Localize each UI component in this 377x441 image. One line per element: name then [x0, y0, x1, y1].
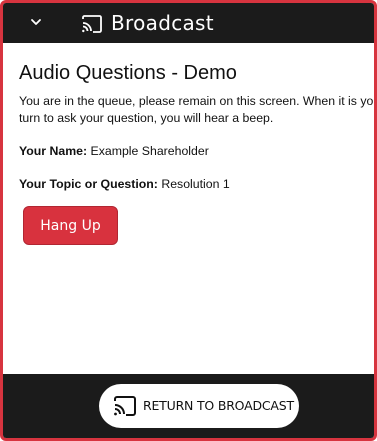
- main-content: Audio Questions - Demo You are in the qu…: [19, 61, 374, 193]
- topic-field: Your Topic or Question: Resolution 1: [19, 176, 374, 193]
- queue-notice-line-1: You are in the queue, please remain on t…: [19, 94, 377, 108]
- topic-label: Your Topic or Question:: [19, 177, 158, 191]
- name-value: Example Shareholder: [90, 144, 209, 158]
- top-bar: Broadcast: [3, 3, 374, 43]
- bottom-bar: RETURN TO BROADCAST: [3, 374, 374, 438]
- cast-icon: [114, 396, 136, 416]
- app-frame: Broadcast Audio Questions - Demo You are…: [0, 0, 377, 441]
- queue-notice-line-2: turn to ask your question, you will hear…: [19, 111, 274, 125]
- cast-icon: [82, 15, 102, 33]
- name-label: Your Name:: [19, 144, 88, 158]
- return-to-broadcast-label: RETURN TO BROADCAST: [143, 398, 294, 413]
- broadcast-title: Broadcast: [111, 11, 214, 35]
- chevron-down-icon[interactable]: [30, 16, 42, 28]
- return-to-broadcast-button[interactable]: RETURN TO BROADCAST: [99, 384, 299, 428]
- topic-value: Resolution 1: [161, 177, 230, 191]
- queue-notice: You are in the queue, please remain on t…: [19, 93, 374, 127]
- name-field: Your Name: Example Shareholder: [19, 143, 374, 160]
- page-title: Audio Questions - Demo: [19, 62, 237, 84]
- hang-up-button[interactable]: Hang Up: [23, 206, 118, 245]
